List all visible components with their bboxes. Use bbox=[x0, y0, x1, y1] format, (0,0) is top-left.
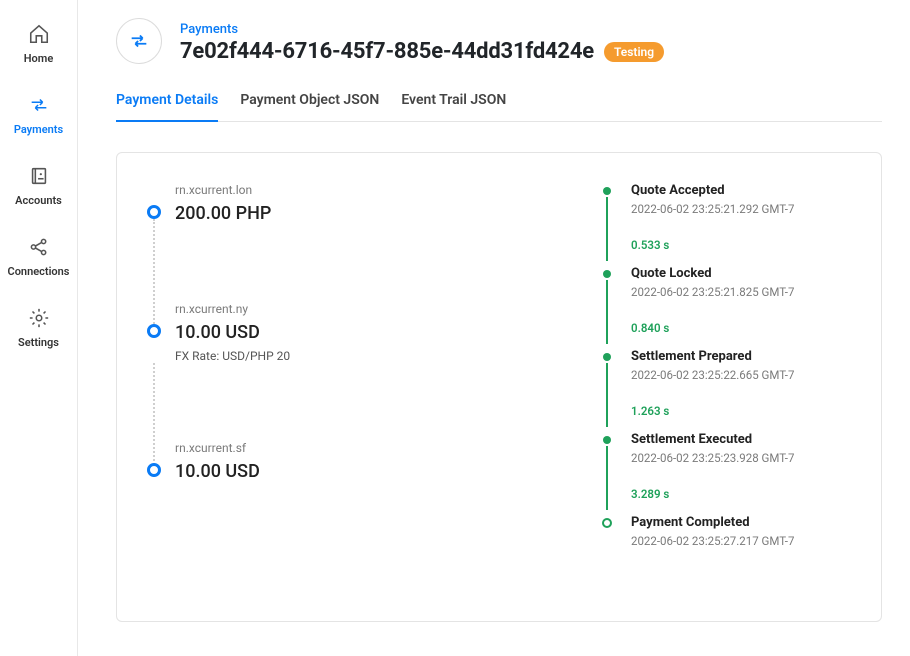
step-dot-icon bbox=[603, 270, 611, 278]
node-marker-icon bbox=[147, 205, 161, 219]
step-duration: 0.533 s bbox=[631, 238, 853, 252]
transfer-icon bbox=[27, 93, 51, 117]
nav-item-payments[interactable]: Payments bbox=[0, 93, 77, 136]
step-title: Settlement Executed bbox=[631, 432, 853, 447]
page-header: Payments 7e02f444-6716-45f7-885e-44dd31f… bbox=[116, 18, 882, 64]
flow-host: rn.xcurrent.sf bbox=[175, 441, 583, 455]
step-title: Quote Accepted bbox=[631, 183, 853, 198]
step-connector bbox=[606, 197, 608, 261]
details-card: rn.xcurrent.lon 200.00 PHP rn.xcurrent.n… bbox=[116, 152, 882, 622]
flow-node: rn.xcurrent.sf 10.00 USD bbox=[147, 441, 583, 482]
timeline-step: Quote Locked 2022-06-02 23:25:21.825 GMT… bbox=[621, 266, 853, 335]
step-duration: 1.263 s bbox=[631, 404, 853, 418]
flow-amount: 10.00 USD bbox=[175, 322, 583, 343]
node-marker-icon bbox=[147, 463, 161, 477]
main-content: Payments 7e02f444-6716-45f7-885e-44dd31f… bbox=[78, 0, 910, 656]
flow-host: rn.xcurrent.ny bbox=[175, 302, 583, 316]
event-timeline: Quote Accepted 2022-06-02 23:25:21.292 G… bbox=[603, 183, 853, 591]
tab-event-trail-json[interactable]: Event Trail JSON bbox=[401, 82, 506, 122]
step-title: Payment Completed bbox=[631, 515, 853, 530]
nav-label: Home bbox=[24, 52, 54, 65]
tab-payment-object-json[interactable]: Payment Object JSON bbox=[240, 82, 379, 122]
timeline-step: Settlement Prepared 2022-06-02 23:25:22.… bbox=[621, 349, 853, 418]
step-dot-icon bbox=[603, 187, 611, 195]
tabs: Payment Details Payment Object JSON Even… bbox=[116, 82, 882, 122]
step-title: Quote Locked bbox=[631, 266, 853, 281]
nav-label: Connections bbox=[8, 265, 70, 278]
home-icon bbox=[27, 22, 51, 46]
step-timestamp: 2022-06-02 23:25:22.665 GMT-7 bbox=[631, 368, 853, 382]
timeline-step: Payment Completed 2022-06-02 23:25:27.21… bbox=[621, 515, 853, 548]
flow-host: rn.xcurrent.lon bbox=[175, 183, 583, 197]
step-connector bbox=[606, 446, 608, 510]
nav-item-accounts[interactable]: Accounts bbox=[0, 164, 77, 207]
nav-item-settings[interactable]: Settings bbox=[0, 306, 77, 349]
flow-node: rn.xcurrent.ny 10.00 USD FX Rate: USD/PH… bbox=[147, 302, 583, 363]
step-duration: 3.289 s bbox=[631, 487, 853, 501]
step-dot-icon bbox=[603, 436, 611, 444]
gear-icon bbox=[27, 306, 51, 330]
nav-label: Accounts bbox=[15, 194, 62, 207]
step-timestamp: 2022-06-02 23:25:21.292 GMT-7 bbox=[631, 202, 853, 216]
step-timestamp: 2022-06-02 23:25:27.217 GMT-7 bbox=[631, 534, 853, 548]
step-duration: 0.840 s bbox=[631, 321, 853, 335]
payment-flow: rn.xcurrent.lon 200.00 PHP rn.xcurrent.n… bbox=[147, 183, 583, 591]
step-timestamp: 2022-06-02 23:25:23.928 GMT-7 bbox=[631, 451, 853, 465]
timeline-step: Settlement Executed 2022-06-02 23:25:23.… bbox=[621, 432, 853, 501]
step-timestamp: 2022-06-02 23:25:21.825 GMT-7 bbox=[631, 285, 853, 299]
step-connector bbox=[606, 363, 608, 427]
flow-fx-rate: FX Rate: USD/PHP 20 bbox=[175, 349, 583, 363]
payment-transfer-icon bbox=[116, 18, 162, 64]
tab-payment-details[interactable]: Payment Details bbox=[116, 82, 218, 122]
breadcrumb[interactable]: Payments bbox=[180, 22, 238, 37]
step-title: Settlement Prepared bbox=[631, 349, 853, 364]
flow-amount: 10.00 USD bbox=[175, 461, 583, 482]
node-marker-icon bbox=[147, 324, 161, 338]
page-title: 7e02f444-6716-45f7-885e-44dd31fd424e bbox=[180, 39, 594, 64]
book-icon bbox=[27, 164, 51, 188]
nav-label: Payments bbox=[14, 123, 63, 136]
connections-icon bbox=[27, 235, 51, 259]
step-dot-icon bbox=[603, 353, 611, 361]
flow-node: rn.xcurrent.lon 200.00 PHP bbox=[147, 183, 583, 224]
nav-item-connections[interactable]: Connections bbox=[0, 235, 77, 278]
step-dot-final-icon bbox=[602, 518, 612, 528]
flow-amount: 200.00 PHP bbox=[175, 203, 583, 224]
mode-badge: Testing bbox=[604, 42, 664, 62]
step-connector bbox=[606, 280, 608, 344]
sidebar: Home Payments Accounts Connections Setti… bbox=[0, 0, 78, 656]
nav-item-home[interactable]: Home bbox=[0, 22, 77, 65]
nav-label: Settings bbox=[18, 336, 59, 349]
timeline-step: Quote Accepted 2022-06-02 23:25:21.292 G… bbox=[621, 183, 853, 252]
